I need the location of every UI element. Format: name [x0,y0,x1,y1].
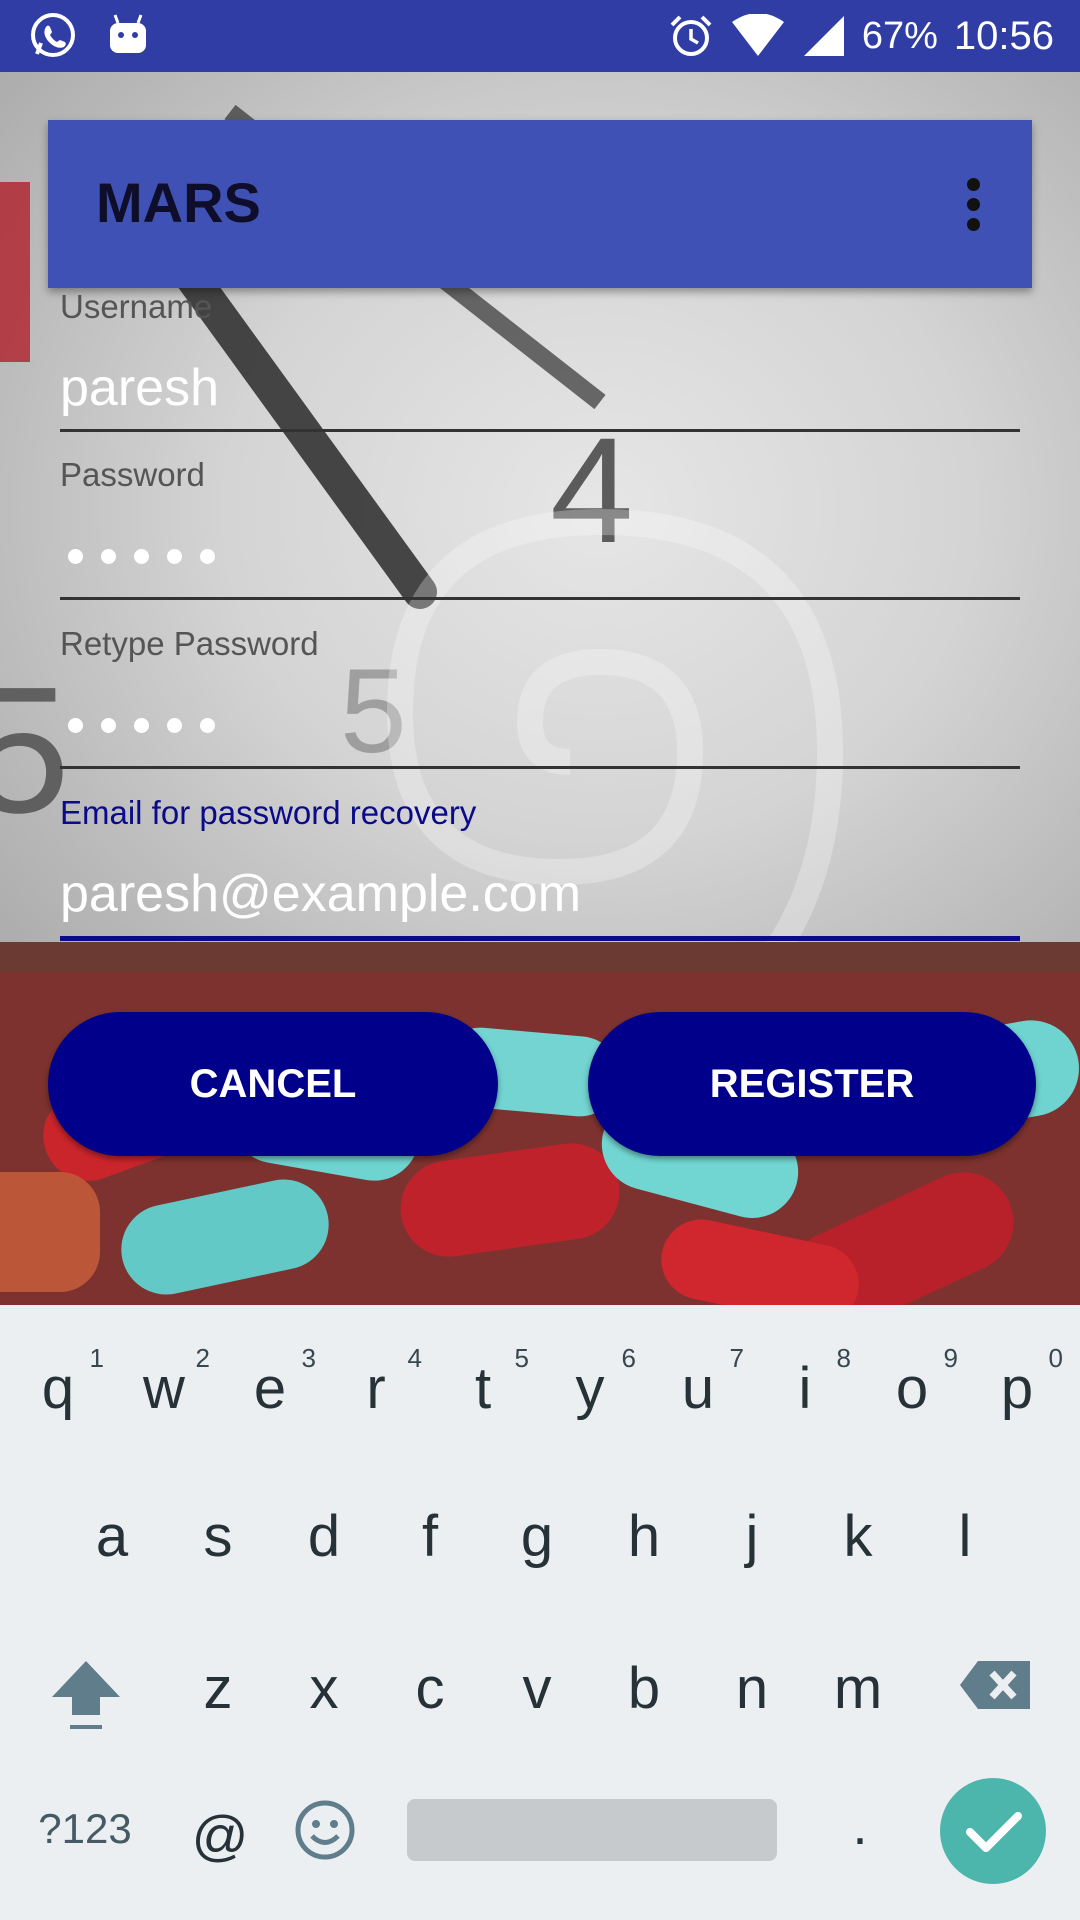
keyboard-row-4: ?123 @ . [0,1305,1080,1920]
battery-level: 67% [861,14,938,57]
symbols-key-label: ?123 [38,1805,132,1852]
app-bar: MARS [48,120,1032,288]
android-icon [110,14,146,53]
retype-password-field[interactable]: Retype Password [60,625,1020,770]
retype-password-input[interactable] [68,718,215,733]
retype-password-label: Retype Password [60,625,319,662]
whatsapp-icon [31,13,75,57]
system-icons: 67% 10:56 [668,0,1054,72]
soft-keyboard: 1q2w3e4r5t6y7u8i9o0p asdfghjkl zxcvbnm ?… [0,1305,1080,1920]
period-key-label: . [852,1796,868,1856]
app-title: MARS [96,171,261,234]
email-underline [60,936,1020,941]
password-underline [60,597,1020,600]
wifi-icon [731,14,784,56]
password-input[interactable] [68,549,215,564]
check-icon [966,1812,1022,1852]
register-button[interactable]: REGISTER [588,1012,1036,1156]
status-bar: 67% 10:56 [0,0,1080,72]
password-label: Password [60,456,205,493]
email-input[interactable]: paresh@example.com [60,864,581,924]
notification-icons [28,10,148,60]
alarm-icon [670,15,712,56]
clock: 10:56 [953,13,1054,58]
enter-key[interactable] [940,1778,1046,1884]
cancel-button[interactable]: CANCEL [48,1012,498,1156]
at-key[interactable]: @ [185,1803,255,1868]
username-underline [60,429,1020,432]
emoji-key[interactable] [290,1799,360,1866]
email-label: Email for password recovery [60,794,477,831]
period-key[interactable]: . [830,1795,890,1857]
username-input[interactable]: paresh [60,358,219,418]
at-key-label: @ [191,1804,249,1867]
username-field[interactable]: Username paresh [60,288,1020,433]
retype-password-underline [60,766,1020,769]
email-field[interactable]: Email for password recovery paresh@examp… [60,794,1020,944]
username-label: Username [60,288,213,325]
password-field[interactable]: Password [60,456,1020,601]
signal-icon [803,16,844,56]
symbols-key[interactable]: ?123 [30,1805,140,1853]
more-vert-icon[interactable] [964,176,984,232]
space-bar[interactable] [407,1799,777,1861]
emoji-icon [295,1800,355,1860]
